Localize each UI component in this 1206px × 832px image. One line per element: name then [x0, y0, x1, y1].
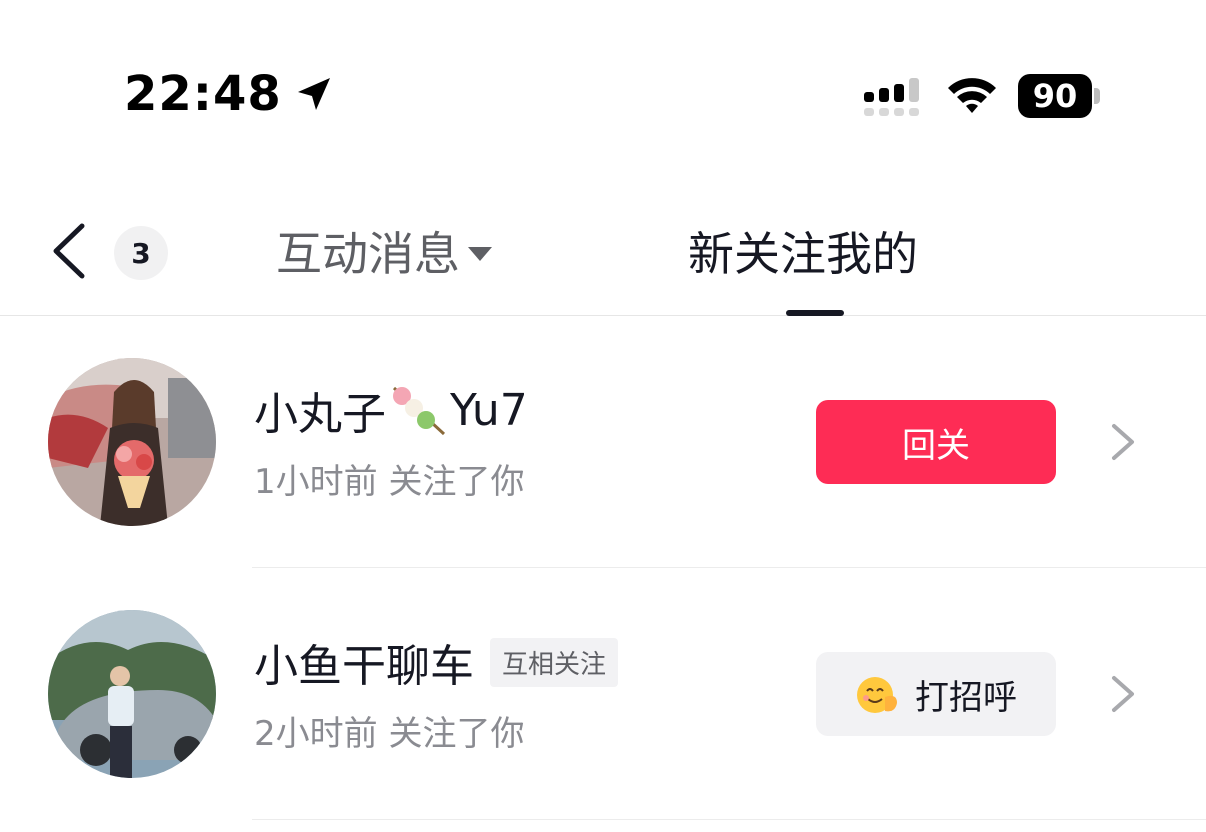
- status-bar: 22:48 90: [0, 0, 1206, 190]
- location-arrow-icon: [297, 78, 330, 110]
- dropdown-caret-icon: [468, 247, 492, 261]
- follow-time: 2小时前 关注了你: [254, 714, 525, 754]
- list-item[interactable]: 小丸子 Yu7 1小时前 关注了你 回关: [0, 316, 1206, 568]
- follow-back-button[interactable]: 回关: [816, 400, 1056, 484]
- status-time: 22:48: [124, 66, 334, 122]
- name-line: 小鱼干聊车 互相关注: [254, 634, 619, 692]
- tab-interact-label: 互动消息: [276, 227, 460, 281]
- divider: [252, 819, 1206, 820]
- user-name-suffix: Yu7: [450, 384, 528, 436]
- battery-tip: [1094, 88, 1100, 104]
- signal-icon: [864, 78, 919, 116]
- chevron-right-icon[interactable]: [1104, 674, 1140, 714]
- tab-new-followers[interactable]: 新关注我的: [688, 220, 918, 282]
- user-name[interactable]: 小丸子: [254, 378, 386, 442]
- tab-interact-messages[interactable]: 互动消息: [276, 220, 492, 282]
- mutual-follow-tag: 互相关注: [490, 637, 619, 687]
- list-item[interactable]: 小鱼干聊车 互相关注 2小时前 关注了你 打招呼: [0, 568, 1206, 820]
- top-nav: 3 互动消息 新关注我的: [0, 190, 1206, 316]
- say-hi-label: 打招呼: [915, 677, 1017, 718]
- back-chevron-icon[interactable]: [46, 220, 96, 282]
- user-name[interactable]: 小鱼干聊车: [254, 630, 474, 694]
- tab-new-followers-label: 新关注我的: [688, 227, 918, 281]
- follow-time: 1小时前 关注了你: [254, 462, 525, 502]
- wifi-icon: [948, 78, 996, 113]
- battery-icon: 90: [1018, 74, 1102, 118]
- avatar[interactable]: [48, 610, 216, 778]
- dango-icon: [392, 386, 446, 436]
- avatar[interactable]: [48, 358, 216, 526]
- battery-level: 90: [1018, 74, 1092, 118]
- unread-badge: 3: [114, 226, 168, 280]
- chevron-right-icon[interactable]: [1104, 422, 1140, 462]
- name-line: 小丸子 Yu7: [254, 382, 528, 441]
- waving-smile-icon: [857, 677, 897, 713]
- say-hi-button[interactable]: 打招呼: [816, 652, 1056, 736]
- time-text: 22:48: [124, 66, 282, 122]
